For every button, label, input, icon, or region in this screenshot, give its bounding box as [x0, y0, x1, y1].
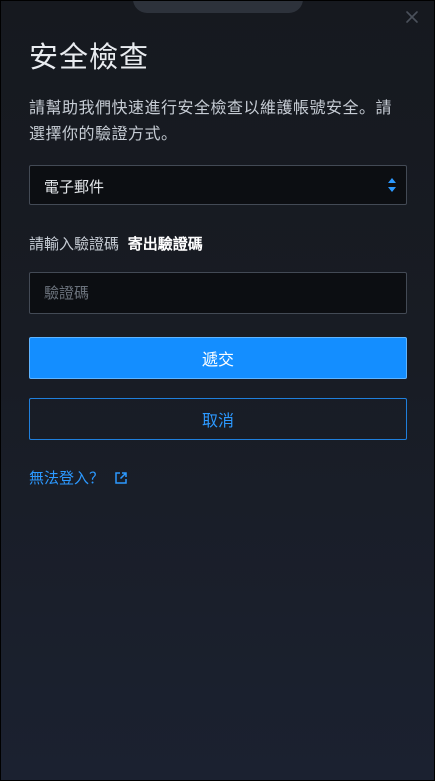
cannot-login-label: 無法登入？: [29, 469, 105, 487]
dialog-title: 安全檢查: [29, 40, 150, 74]
verification-method-value: 電子郵件: [44, 178, 105, 196]
verification-code-input[interactable]: [29, 272, 407, 314]
send-code-link[interactable]: 寄出驗證碼: [128, 235, 203, 253]
code-prompt-label: 請輸入驗證碼: [29, 235, 120, 253]
code-prompt-row: 請輸入驗證碼 寄出驗證碼: [29, 233, 203, 254]
submit-button[interactable]: 遞交: [29, 337, 407, 379]
cancel-button[interactable]: 取消: [29, 398, 407, 440]
window-top-tab: [133, 1, 303, 13]
select-arrows-icon: [387, 177, 397, 193]
close-button[interactable]: [404, 9, 420, 25]
dialog-description: 請幫助我們快速進行安全檢查以維護帳號安全。請選擇你的驗證方式。: [29, 98, 393, 143]
external-link-icon: [114, 471, 128, 485]
cannot-login-link[interactable]: 無法登入？: [29, 467, 128, 488]
close-icon: [404, 9, 420, 25]
verification-method-select[interactable]: 電子郵件: [29, 165, 407, 205]
security-check-dialog: 安全檢查 請幫助我們快速進行安全檢查以維護帳號安全。請選擇你的驗證方式。 電子郵…: [0, 0, 435, 781]
